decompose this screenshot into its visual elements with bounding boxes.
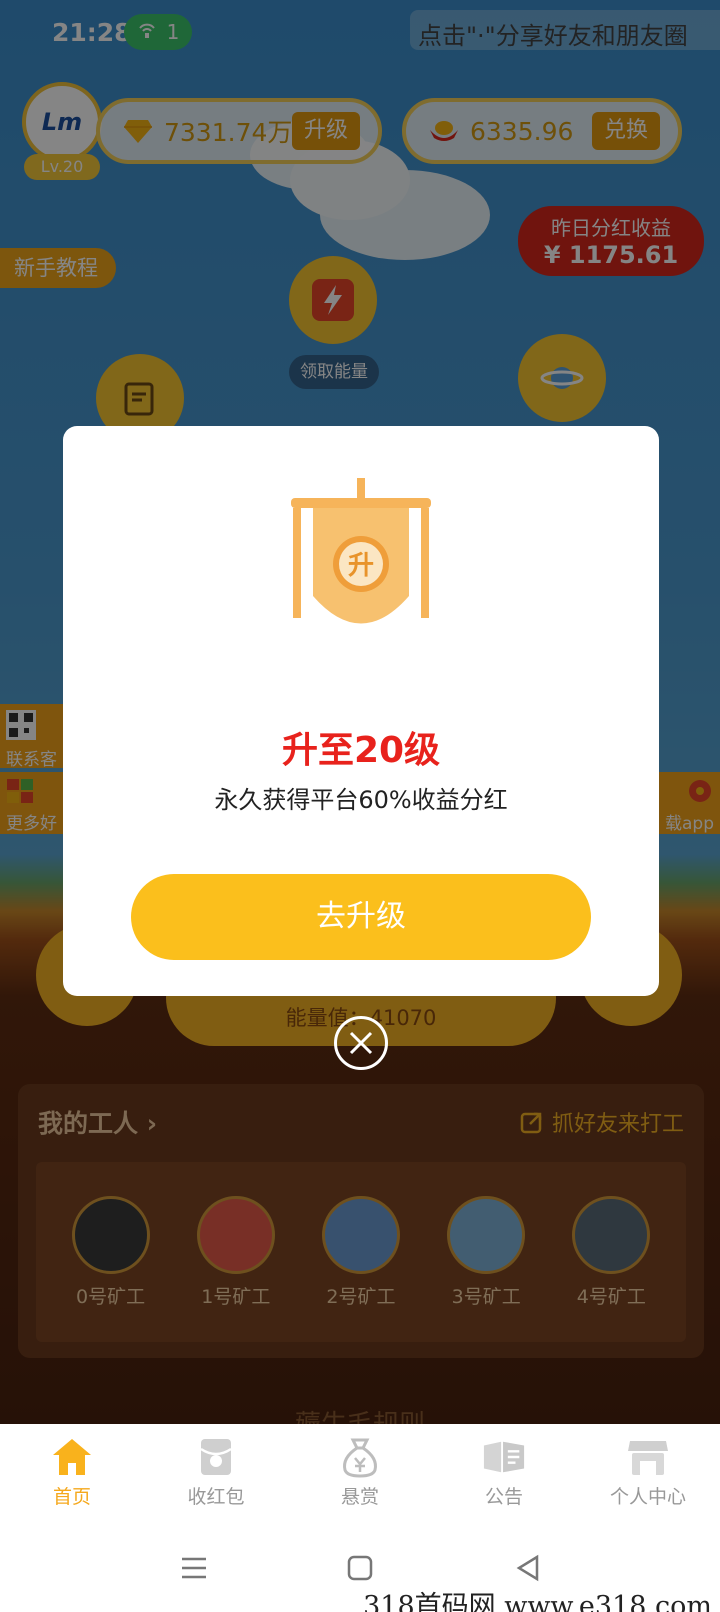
upgrade-banner-icon: 升 [291,478,431,624]
home-scene: 21:28 1 点击"·"分享好友和朋友圈 Lm Lv.20 7331.74万 … [0,0,720,1424]
tab-red-packet[interactable]: 收红包 [144,1424,288,1526]
watermark: 318首码网 www.e318.com [363,1584,712,1612]
upgrade-modal: 升 升至20级 永久获得平台60%收益分红 去升级 [63,426,659,996]
tab-label: 个人中心 [609,1486,686,1508]
back-triangle-icon [516,1554,539,1582]
home-icon [50,1436,94,1478]
tab-reward[interactable]: 悬赏 [288,1424,432,1526]
menu-button[interactable] [174,1548,214,1588]
tab-announcement[interactable]: 公告 [432,1424,576,1526]
tab-label: 首页 [52,1486,91,1508]
go-upgrade-button[interactable]: 去升级 [131,874,591,960]
square-icon [347,1555,373,1581]
back-button[interactable] [508,1548,548,1588]
close-icon [349,1031,373,1055]
red-packet-icon [194,1436,238,1478]
tab-label: 收红包 [187,1486,245,1508]
money-bag-icon [338,1436,382,1478]
tab-label: 公告 [484,1486,523,1508]
profile-icon [626,1436,670,1478]
modal-title: 升至20级 [281,730,441,771]
home-nav-button[interactable] [340,1548,380,1588]
bottom-tab-bar: 首页 收红包 悬赏 公告 个人中心 [0,1424,720,1526]
modal-description: 永久获得平台60%收益分红 [214,786,508,814]
badge-char: 升 [348,551,374,581]
tab-label: 悬赏 [340,1486,379,1508]
announcement-icon [482,1436,526,1478]
menu-icon [182,1557,206,1579]
tab-profile[interactable]: 个人中心 [576,1424,720,1526]
close-modal-button[interactable] [334,1016,388,1070]
tab-home[interactable]: 首页 [0,1424,144,1526]
